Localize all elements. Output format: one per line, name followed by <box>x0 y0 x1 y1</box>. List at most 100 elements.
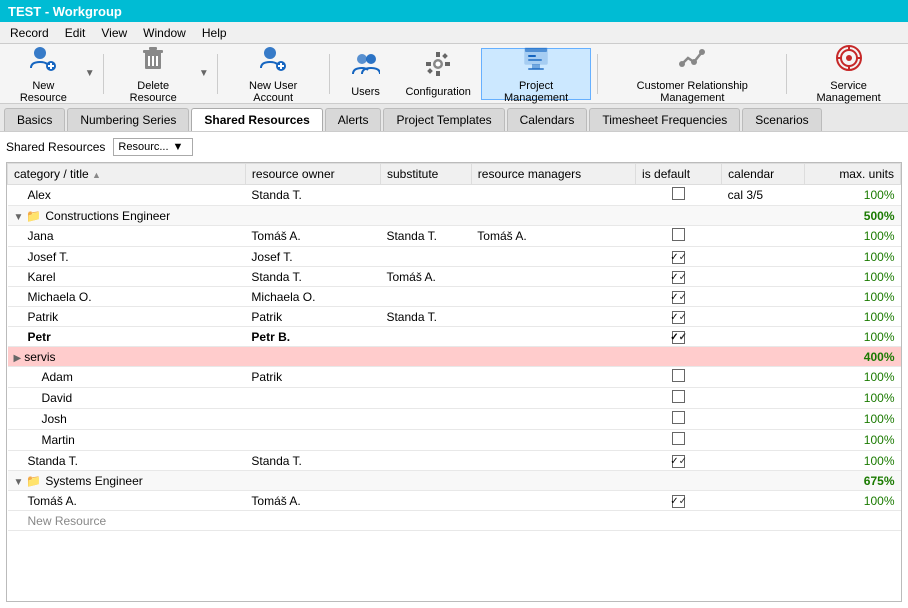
shared-resources-table: category / title ▲resource ownersubstitu… <box>7 163 901 531</box>
cell-managers <box>471 491 635 511</box>
checkbox[interactable] <box>672 369 685 382</box>
table-row[interactable]: Josef T.Josef T.✓100% <box>8 247 901 267</box>
table-row[interactable]: David100% <box>8 388 901 409</box>
cell-is-default[interactable]: ✓ <box>636 451 722 471</box>
cell-substitute <box>380 451 471 471</box>
tab-basics[interactable]: Basics <box>4 108 65 131</box>
table-row[interactable]: ▼📁Constructions Engineer500% <box>8 206 901 226</box>
checkbox[interactable]: ✓ <box>672 495 685 508</box>
delete-resource-button[interactable]: Delete Resource <box>110 48 197 100</box>
checkbox[interactable]: ✓ <box>672 271 685 284</box>
cell-is-default[interactable]: ✓ <box>636 287 722 307</box>
checkbox[interactable]: ✓ <box>672 251 685 264</box>
cell-managers <box>471 185 635 206</box>
project-management-button[interactable]: Project Management <box>481 48 592 100</box>
cell-is-default[interactable] <box>636 430 722 451</box>
new-resource-arrow[interactable]: ▼ <box>83 48 97 100</box>
checkbox[interactable] <box>672 187 685 200</box>
menu-help[interactable]: Help <box>196 24 233 42</box>
table-row[interactable]: ▼📁Systems Engineer675% <box>8 471 901 491</box>
cell-units: 100% <box>805 307 901 327</box>
expand-icon[interactable]: ▼ <box>14 477 24 488</box>
menu-edit[interactable]: Edit <box>59 24 92 42</box>
menu-window[interactable]: Window <box>137 24 192 42</box>
cell-owner <box>245 511 380 531</box>
cell-is-default[interactable] <box>636 226 722 247</box>
tab-numbering-series[interactable]: Numbering Series <box>67 108 189 131</box>
checkbox[interactable] <box>672 432 685 445</box>
new-user-account-button[interactable]: New User Account <box>224 48 323 100</box>
cell-category: Petr <box>8 327 246 347</box>
tab-calendars[interactable]: Calendars <box>507 108 588 131</box>
expand-icon[interactable]: ▼ <box>14 212 24 223</box>
table-row[interactable]: PatrikPatrikStanda T.✓100% <box>8 307 901 327</box>
menu-view[interactable]: View <box>95 24 133 42</box>
checkbox[interactable] <box>672 390 685 403</box>
users-icon <box>352 50 380 84</box>
cell-is-default[interactable] <box>636 409 722 430</box>
cell-category: ▶servis <box>8 347 246 367</box>
cell-is-default[interactable]: ✓ <box>636 247 722 267</box>
cell-substitute <box>380 409 471 430</box>
tab-bar: BasicsNumbering SeriesShared ResourcesAl… <box>0 104 908 132</box>
checkbox[interactable] <box>672 228 685 241</box>
checkbox[interactable]: ✓ <box>672 291 685 304</box>
cell-is-default[interactable]: ✓ <box>636 491 722 511</box>
cell-managers <box>471 307 635 327</box>
table-row[interactable]: Standa T.Standa T.✓100% <box>8 451 901 471</box>
cell-calendar <box>722 247 805 267</box>
checkbox[interactable] <box>672 411 685 424</box>
shared-resources-dropdown[interactable]: Resourc... ▼ <box>113 138 193 156</box>
cell-owner: Standa T. <box>245 185 380 206</box>
tab-shared-resources[interactable]: Shared Resources <box>191 108 322 131</box>
expand-icon[interactable]: ▶ <box>14 353 22 364</box>
menu-record[interactable]: Record <box>4 24 55 42</box>
cell-units: 100% <box>805 367 901 388</box>
crm-button[interactable]: Customer Relationship Management <box>604 48 780 100</box>
table-row[interactable]: Michaela O.Michaela O.✓100% <box>8 287 901 307</box>
tab-scenarios[interactable]: Scenarios <box>742 108 821 131</box>
folder-icon: 📁 <box>26 474 41 488</box>
table-row[interactable]: ▶servis400% <box>8 347 901 367</box>
table-row[interactable]: New Resource <box>8 511 901 531</box>
table-row[interactable]: JanaTomáš A.Standa T.Tomáš A.100% <box>8 226 901 247</box>
cell-is-default[interactable] <box>636 367 722 388</box>
table-row[interactable]: AdamPatrik100% <box>8 367 901 388</box>
table-row[interactable]: AlexStanda T.cal 3/5100% <box>8 185 901 206</box>
cell-calendar <box>722 451 805 471</box>
new-resource-button[interactable]: New Resource <box>4 48 83 100</box>
checkbox[interactable]: ✓ <box>672 331 685 344</box>
configuration-button[interactable]: Configuration <box>400 48 477 100</box>
cell-substitute: Standa T. <box>380 226 471 247</box>
service-management-button[interactable]: Service Management <box>793 48 904 100</box>
table-row[interactable]: Tomáš A.Tomáš A.✓100% <box>8 491 901 511</box>
cell-is-default[interactable] <box>636 206 722 226</box>
cell-category: Jana <box>8 226 246 247</box>
row-name: Adam <box>42 370 73 384</box>
tab-project-templates[interactable]: Project Templates <box>383 108 504 131</box>
table-row[interactable]: Josh100% <box>8 409 901 430</box>
cell-is-default[interactable] <box>636 185 722 206</box>
cell-is-default[interactable] <box>636 471 722 491</box>
users-button[interactable]: Users <box>336 48 396 100</box>
cell-is-default[interactable]: ✓ <box>636 307 722 327</box>
table-row[interactable]: Martin100% <box>8 430 901 451</box>
table-row[interactable]: KarelStanda T.Tomáš A.✓100% <box>8 267 901 287</box>
cell-is-default[interactable] <box>636 347 722 367</box>
tab-timesheet-frequencies[interactable]: Timesheet Frequencies <box>589 108 740 131</box>
folder-icon: 📁 <box>26 209 41 223</box>
cell-units: 675% <box>805 471 901 491</box>
cell-is-default[interactable]: ✓ <box>636 267 722 287</box>
cell-managers <box>471 267 635 287</box>
col-header-category[interactable]: category / title ▲ <box>8 164 246 185</box>
cell-is-default[interactable] <box>636 511 722 531</box>
table-row[interactable]: PetrPetr B.✓100% <box>8 327 901 347</box>
checkbox[interactable]: ✓ <box>672 311 685 324</box>
delete-resource-arrow[interactable]: ▼ <box>197 48 211 100</box>
checkbox[interactable]: ✓ <box>672 455 685 468</box>
cell-is-default[interactable]: ✓ <box>636 327 722 347</box>
tab-alerts[interactable]: Alerts <box>325 108 382 131</box>
cell-is-default[interactable] <box>636 388 722 409</box>
col-header-managers: resource managers <box>471 164 635 185</box>
cell-calendar <box>722 287 805 307</box>
